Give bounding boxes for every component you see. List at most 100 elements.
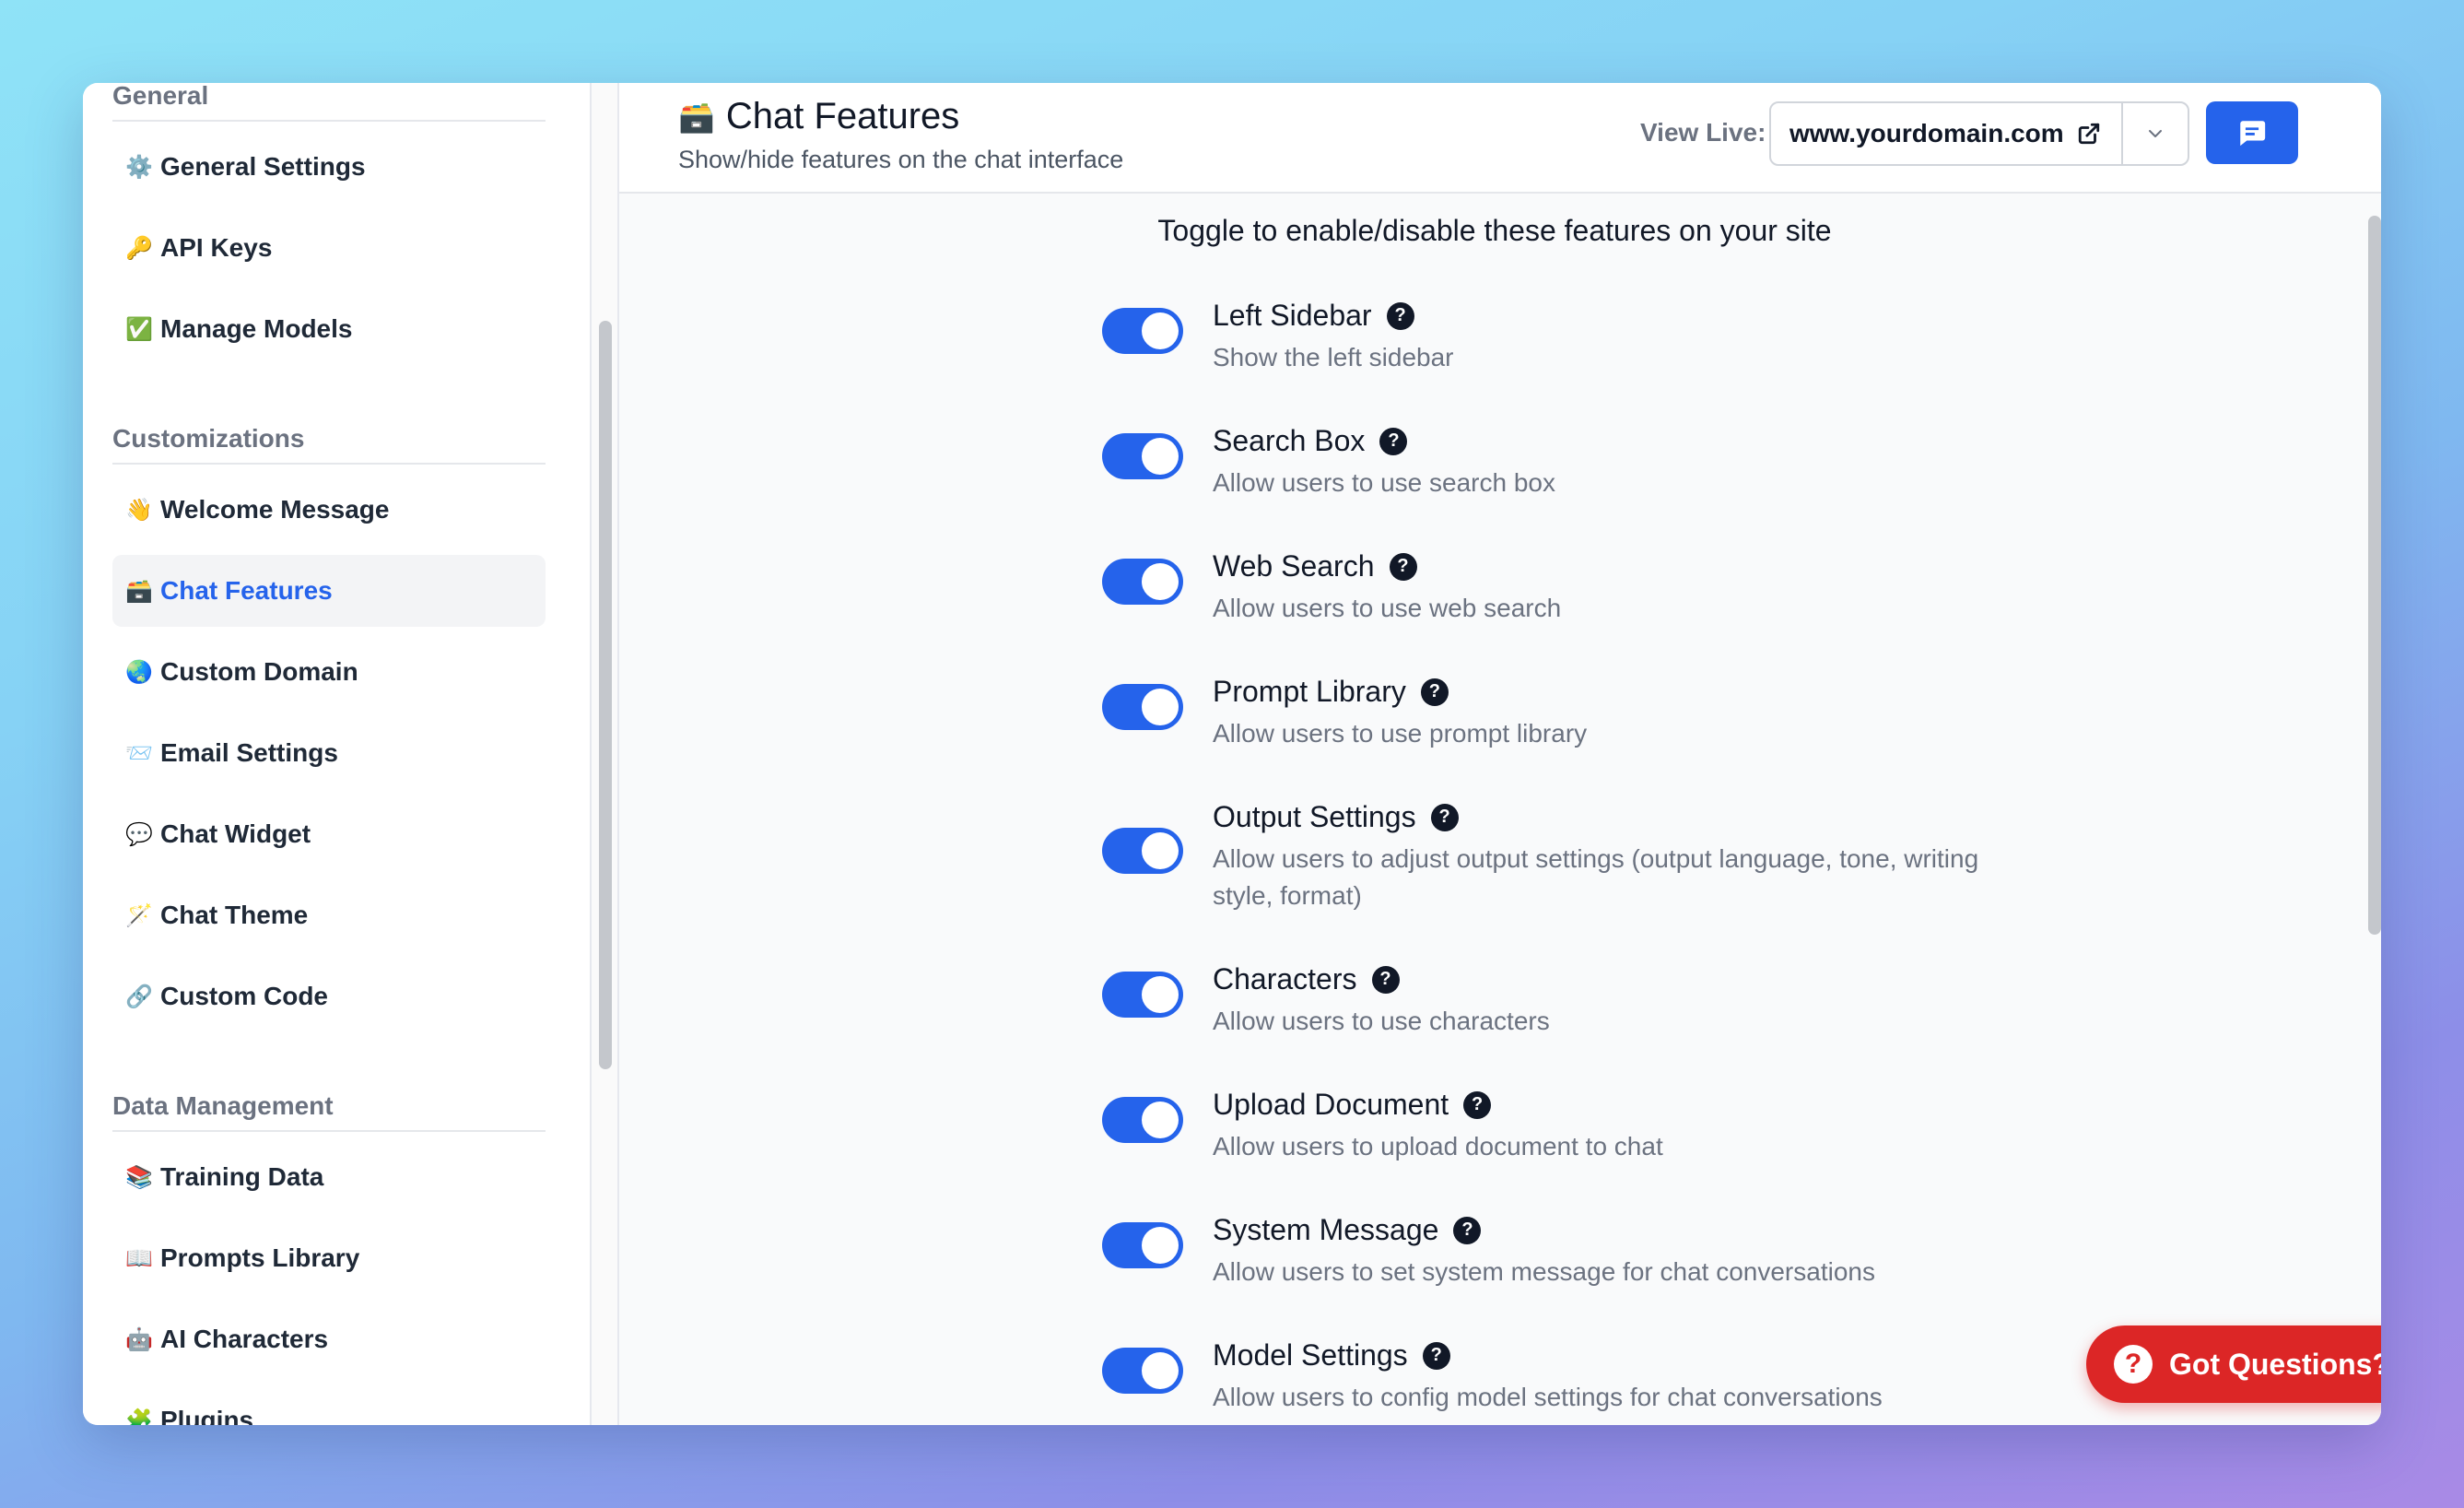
feature-title: Upload Document?	[1213, 1088, 1492, 1122]
feature-title: Characters?	[1213, 962, 1400, 996]
sidebar-item-label: API Keys	[160, 233, 273, 262]
toggle-knob	[1142, 832, 1179, 869]
help-icon[interactable]: ?	[1371, 965, 1400, 994]
main-scrollbar[interactable]	[2368, 216, 2381, 935]
sidebar-item-email-settings[interactable]: 📨 Email Settings	[112, 717, 546, 789]
feature-title-text: Search Box	[1213, 424, 1366, 457]
feature-title: Output Settings?	[1213, 800, 1459, 834]
page-subtitle: Show/hide features on the chat interface	[678, 146, 1124, 173]
puzzle-icon: 🧩	[125, 1408, 153, 1426]
feature-title-text: Model Settings	[1213, 1338, 1408, 1372]
sidebar-item-label: Manage Models	[160, 314, 353, 343]
feature-title: Web Search?	[1213, 549, 1417, 583]
toggle-knob	[1142, 1227, 1179, 1264]
link-icon: 🔗	[125, 984, 153, 1009]
sidebar-item-general-settings[interactable]: ⚙️ General Settings	[112, 131, 546, 203]
help-icon[interactable]: ?	[1389, 552, 1417, 581]
toggle-knob	[1142, 1102, 1179, 1138]
key-icon: 🔑	[125, 235, 153, 261]
help-icon[interactable]: ?	[1463, 1090, 1492, 1119]
section-title-data-management: Data Management	[112, 1069, 546, 1132]
sidebar-item-label: Chat Features	[160, 576, 333, 605]
sidebar-scrollbar[interactable]	[599, 321, 612, 1069]
domain-select[interactable]: www.yourdomain.com	[1769, 101, 2189, 166]
help-icon[interactable]: ?	[1422, 1341, 1450, 1370]
sidebar-item-label: Prompts Library	[160, 1243, 360, 1272]
open-chat-button[interactable]	[2206, 101, 2298, 164]
got-questions-button[interactable]: ? Got Questions?	[2086, 1325, 2381, 1403]
toggle-web-search[interactable]	[1102, 559, 1183, 605]
wave-icon: 👋	[125, 497, 153, 523]
open-book-icon: 📖	[125, 1245, 153, 1271]
toggle-model-settings[interactable]	[1102, 1348, 1183, 1394]
toggle-output-settings[interactable]	[1102, 828, 1183, 874]
page-title-text: Chat Features	[725, 96, 960, 136]
card-box-icon: 🗃️	[678, 100, 715, 134]
toggle-prompt-library[interactable]	[1102, 684, 1183, 730]
feature-description: Allow users to config model settings for…	[1213, 1383, 1883, 1411]
sidebar-item-manage-models[interactable]: ✅ Manage Models	[112, 293, 546, 365]
sidebar-item-chat-features[interactable]: 🗃️ Chat Features	[112, 555, 546, 627]
sidebar-item-training-data[interactable]: 📚 Training Data	[112, 1141, 546, 1213]
feature-title: System Message?	[1213, 1213, 1482, 1247]
domain-dropdown-toggle[interactable]	[2123, 103, 2188, 164]
domain-link[interactable]: www.yourdomain.com	[1771, 103, 2123, 164]
card-box-icon: 🗃️	[125, 578, 153, 604]
sidebar-item-ai-characters[interactable]: 🤖 AI Characters	[112, 1303, 546, 1375]
feature-title-text: System Message	[1213, 1213, 1439, 1246]
domain-text: www.yourdomain.com	[1789, 119, 2064, 147]
toggle-left-sidebar[interactable]	[1102, 308, 1183, 354]
feature-title-text: Characters	[1213, 962, 1357, 996]
sidebar-item-welcome-message[interactable]: 👋 Welcome Message	[112, 474, 546, 546]
feature-description: Allow users to upload document to chat	[1213, 1132, 1663, 1160]
sidebar-item-label: Chat Widget	[160, 819, 311, 848]
toggle-system-message[interactable]	[1102, 1222, 1183, 1268]
page-title: 🗃️ Chat Features	[678, 96, 959, 137]
sidebar-item-label: Welcome Message	[160, 495, 390, 524]
toggle-knob	[1142, 312, 1179, 349]
toggle-knob	[1142, 1352, 1179, 1389]
toggle-knob	[1142, 976, 1179, 1013]
help-icon[interactable]: ?	[1379, 427, 1408, 455]
chevron-down-icon	[2149, 130, 2162, 137]
question-icon: ?	[2114, 1345, 2153, 1384]
sidebar-item-label: Chat Theme	[160, 901, 309, 929]
sidebar-item-custom-domain[interactable]: 🌏 Custom Domain	[112, 636, 546, 708]
sidebar-item-custom-code[interactable]: 🔗 Custom Code	[112, 960, 546, 1032]
toggle-characters[interactable]	[1102, 972, 1183, 1018]
sidebar-item-chat-theme[interactable]: 🪄 Chat Theme	[112, 879, 546, 951]
sidebar-item-api-keys[interactable]: 🔑 API Keys	[112, 212, 546, 284]
page-header: 🗃️ Chat Features Show/hide features on t…	[619, 83, 2381, 194]
toggle-knob	[1142, 563, 1179, 600]
help-icon[interactable]: ?	[1420, 677, 1449, 706]
feature-title-text: Left Sidebar	[1213, 299, 1372, 332]
main-content: 🗃️ Chat Features Show/hide features on t…	[619, 83, 2381, 1425]
intro-text: Toggle to enable/disable these features …	[1157, 214, 1832, 247]
help-icon[interactable]: ?	[1430, 803, 1459, 831]
feature-title: Model Settings?	[1213, 1338, 1450, 1373]
feature-title: Left Sidebar?	[1213, 299, 1414, 333]
help-icon[interactable]: ?	[1386, 301, 1414, 330]
sidebar-item-chat-widget[interactable]: 💬 Chat Widget	[112, 798, 546, 870]
feature-description: Allow users to use search box	[1213, 468, 1555, 497]
feature-title-text: Upload Document	[1213, 1088, 1449, 1121]
sidebar-item-label: General Settings	[160, 152, 366, 181]
sidebar-item-prompts-library[interactable]: 📖 Prompts Library	[112, 1222, 546, 1294]
toggle-upload-document[interactable]	[1102, 1097, 1183, 1143]
toggle-knob	[1142, 689, 1179, 725]
chat-message-icon	[2240, 121, 2266, 147]
globe-icon: 🌏	[125, 659, 153, 685]
toggle-search-box[interactable]	[1102, 433, 1183, 479]
feature-title: Prompt Library?	[1213, 675, 1449, 709]
sidebar: General ⚙️ General Settings 🔑 API Keys ✅ Ma…	[83, 83, 592, 1425]
view-live-label: View Live:	[1640, 118, 1766, 147]
sidebar-item-label: Custom Domain	[160, 657, 358, 686]
help-icon[interactable]: ?	[1453, 1216, 1482, 1244]
section-title-customizations: Customizations	[112, 402, 546, 465]
sidebar-item-plugins[interactable]: 🧩 Plugins	[112, 1384, 546, 1425]
check-icon: ✅	[125, 316, 153, 342]
feature-title: Search Box?	[1213, 424, 1408, 458]
app-window: General ⚙️ General Settings 🔑 API Keys ✅ Ma…	[83, 83, 2381, 1425]
feature-description: Show the left sidebar	[1213, 343, 1454, 371]
feature-description: Allow users to set system message for ch…	[1213, 1257, 1875, 1286]
